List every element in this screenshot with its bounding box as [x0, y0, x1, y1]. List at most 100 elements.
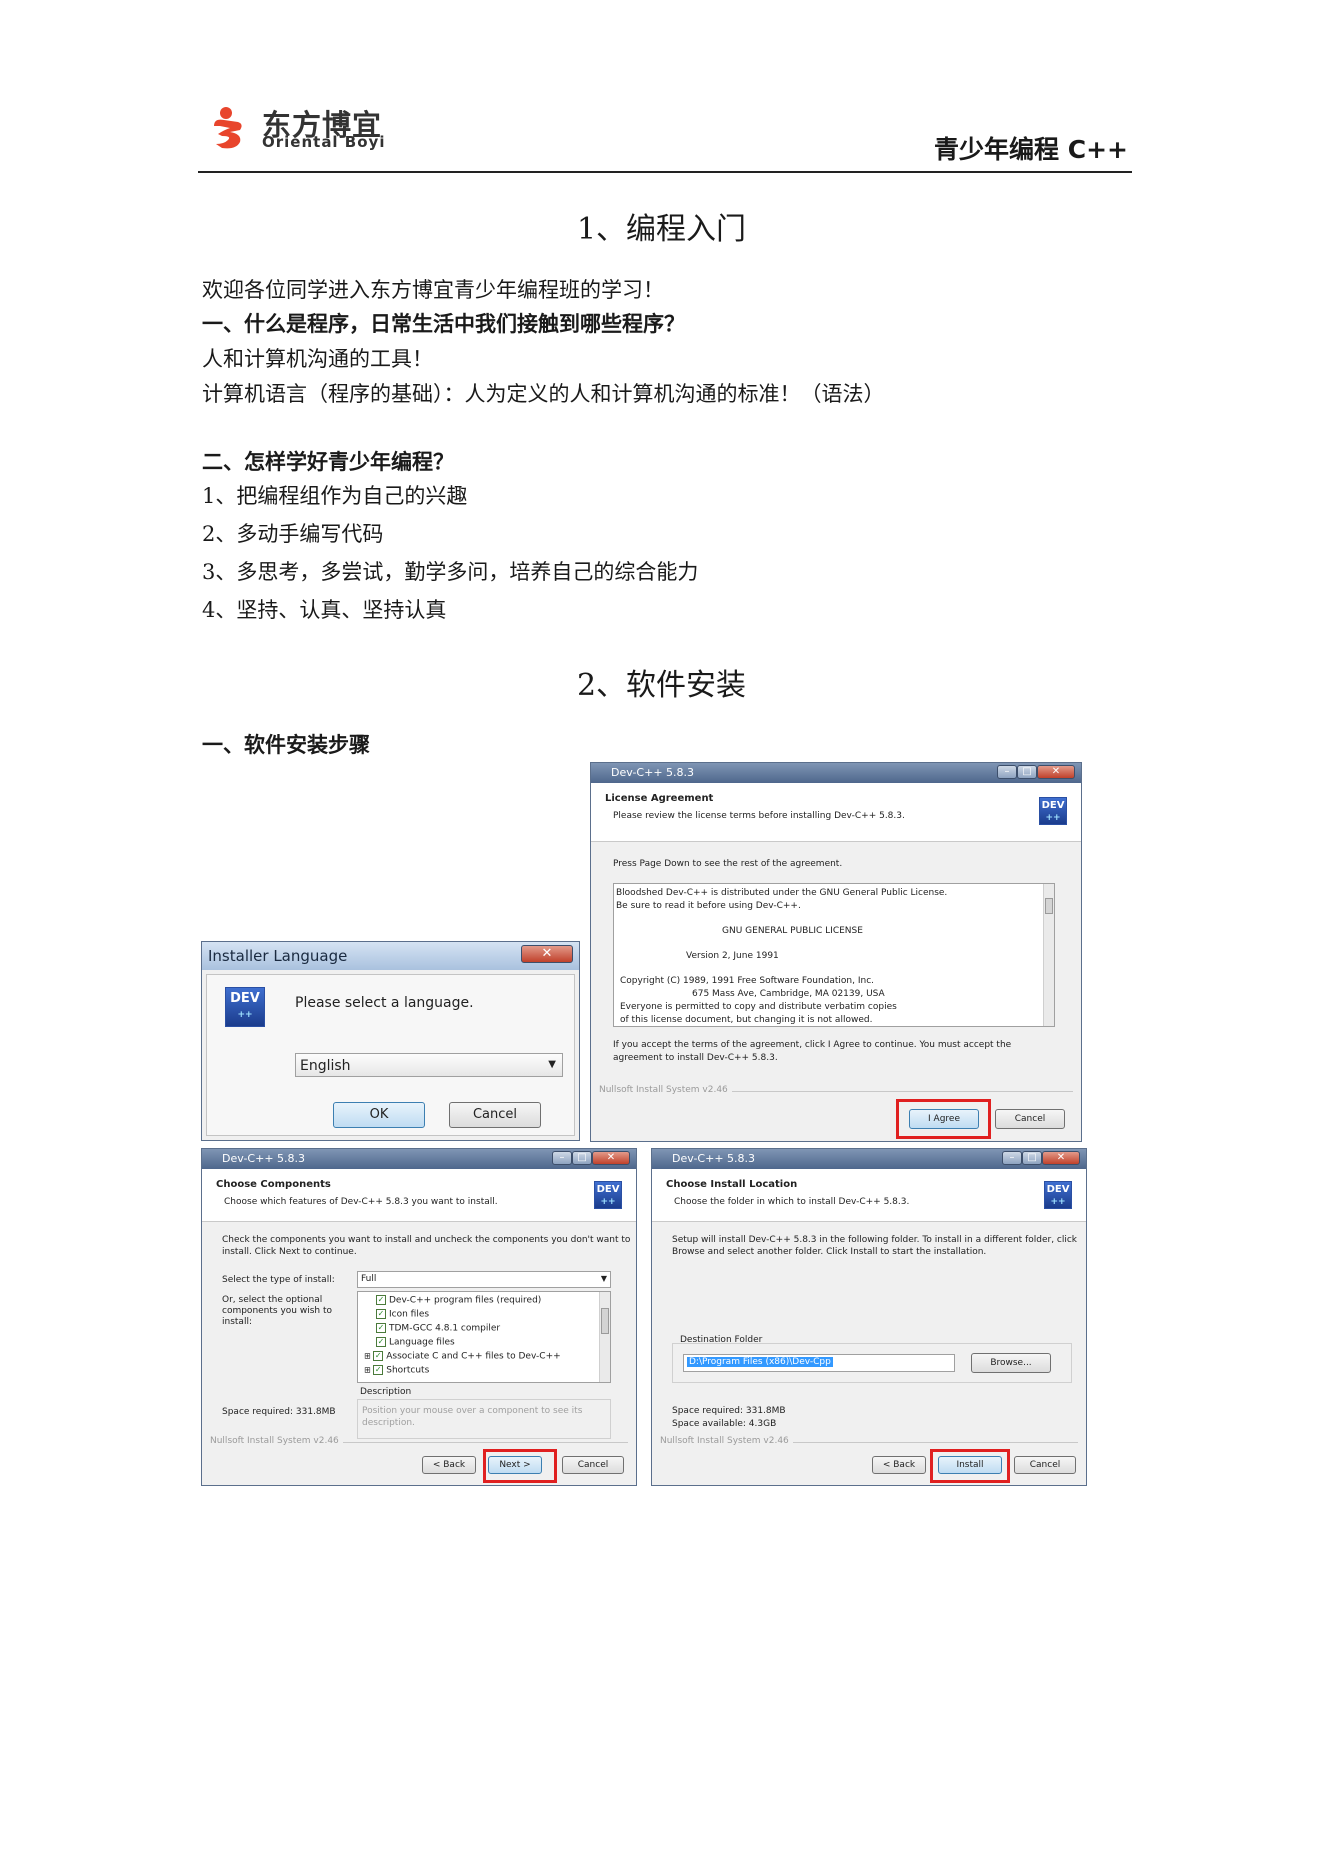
question-1: 一、什么是程序，日常生活中我们接触到哪些程序？ — [202, 312, 685, 336]
license-text-box[interactable]: Bloodshed Dev-C++ is distributed under t… — [613, 883, 1055, 1027]
license-line: GNU GENERAL PUBLIC LICENSE — [722, 926, 863, 936]
cancel-button[interactable]: Cancel — [1014, 1456, 1076, 1474]
next-highlight-box — [483, 1449, 557, 1483]
answer-1-line-2: 计算机语言（程序的基础）：人为定义的人和计算机沟通的标准！（语法） — [202, 382, 885, 406]
language-selected-value: English — [300, 1058, 351, 1074]
agree-highlight-box — [896, 1099, 991, 1139]
brand-name-en: Oriental Boyi — [262, 133, 386, 151]
browse-button[interactable]: Browse... — [971, 1353, 1051, 1373]
license-accept-note: If you accept the terms of the agreement… — [613, 1040, 1012, 1050]
scroll-thumb[interactable] — [601, 1308, 609, 1334]
nsis-footer-label: Nullsoft Install System v2.46 — [210, 1436, 343, 1446]
minimize-icon[interactable]: – — [552, 1151, 572, 1165]
brand-logo-icon — [214, 107, 242, 149]
close-icon[interactable]: ✕ — [521, 945, 573, 963]
close-icon[interactable]: ✕ — [592, 1151, 630, 1165]
optional-label: install: — [222, 1317, 252, 1327]
cancel-button[interactable]: Cancel — [995, 1109, 1065, 1129]
components-tree[interactable]: ✓ Dev-C++ program files (required) ✓ Icon … — [357, 1291, 611, 1383]
language-prompt: Please select a language. — [295, 995, 474, 1011]
ok-button[interactable]: OK — [333, 1102, 425, 1128]
description-box: Position your mouse over a component to … — [357, 1399, 611, 1439]
license-line: of this license document, but changing i… — [620, 1015, 873, 1025]
location-instruction: Setup will install Dev-C++ 5.8.3 in the … — [672, 1235, 1078, 1245]
description-label: Description — [360, 1387, 412, 1397]
tip-item: 3、多思考，多尝试，勤学多问，培养自己的综合能力 — [202, 560, 699, 584]
license-header: License Agreement Please review the lice… — [591, 783, 1081, 842]
scroll-thumb[interactable] — [1045, 898, 1053, 914]
install-type-select[interactable]: Full ▼ — [357, 1271, 611, 1288]
minimize-icon[interactable]: – — [1002, 1151, 1022, 1165]
installer-language-dialog: Installer Language ✕ DEV ++ Please select… — [201, 941, 580, 1141]
destination-path-value: D:\Program Files (x86)\Dev-Cpp — [687, 1357, 833, 1367]
nsis-footer-label: Nullsoft Install System v2.46 — [599, 1085, 732, 1095]
license-accept-note: agreement to install Dev-C++ 5.8.3. — [613, 1053, 778, 1063]
component-item[interactable]: ✓ Language files — [376, 1337, 455, 1348]
license-line: Version 2, June 1991 — [686, 951, 779, 961]
license-instruction: Press Page Down to see the rest of the a… — [613, 859, 843, 869]
components-header: Choose Components Choose which features … — [202, 1169, 636, 1222]
components-header-title: Choose Components — [216, 1179, 331, 1190]
component-item[interactable]: ⊞ ✓ Shortcuts — [364, 1365, 429, 1376]
dev-cpp-logo-icon: DEV ++ — [1044, 1181, 1072, 1209]
destination-path-input[interactable]: D:\Program Files (x86)\Dev-Cpp — [683, 1354, 955, 1372]
answer-1-line-1: 人和计算机沟通的工具！ — [202, 347, 433, 371]
components-scrollbar[interactable] — [599, 1292, 610, 1382]
license-line: Everyone is permitted to copy and distri… — [620, 1002, 897, 1012]
location-header: Choose Install Location Choose the folde… — [652, 1169, 1086, 1222]
close-icon[interactable]: ✕ — [1037, 765, 1075, 779]
install-steps-heading: 一、软件安装步骤 — [202, 733, 370, 757]
component-item[interactable]: ✓ Dev-C++ program files (required) — [376, 1295, 541, 1306]
welcome-text: 欢迎各位同学进入东方博宜青少年编程班的学习！ — [202, 278, 664, 302]
license-header-subtitle: Please review the license terms before i… — [613, 811, 905, 821]
maximize-icon[interactable]: □ — [572, 1151, 592, 1165]
back-button[interactable]: < Back — [872, 1456, 926, 1474]
language-select[interactable]: English ▼ — [295, 1053, 563, 1077]
description-text: Position your mouse over a component to … — [362, 1406, 583, 1416]
course-title: 青少年编程 C++ — [934, 135, 1128, 164]
tip-item: 1、把编程组作为自己的兴趣 — [202, 484, 468, 508]
license-header-title: License Agreement — [605, 793, 714, 804]
space-required: Space required: 331.8MB — [222, 1407, 336, 1417]
license-scrollbar[interactable] — [1043, 884, 1054, 1026]
install-type-label: Select the type of install: — [222, 1275, 335, 1285]
space-available: Space available: 4.3GB — [672, 1419, 777, 1429]
location-header-subtitle: Choose the folder in which to install De… — [674, 1197, 910, 1207]
tip-item: 2、多动手编写代码 — [202, 522, 384, 546]
component-item[interactable]: ⊞ ✓ Associate C and C++ files to Dev-C++ — [364, 1351, 561, 1362]
close-icon[interactable]: ✕ — [1042, 1151, 1080, 1165]
nsis-footer-label: Nullsoft Install System v2.46 — [660, 1436, 793, 1446]
components-instruction: Check the components you want to install… — [222, 1235, 631, 1245]
install-location-dialog: Dev-C++ 5.8.3 – □ ✕ Choose Install Locat… — [651, 1148, 1087, 1486]
space-required: Space required: 331.8MB — [672, 1406, 786, 1416]
license-line: Copyright (C) 1989, 1991 Free Software F… — [620, 976, 875, 986]
question-2: 二、怎样学好青少年编程？ — [202, 450, 454, 474]
dev-cpp-logo-icon: DEV ++ — [594, 1181, 622, 1209]
destination-group: D:\Program Files (x86)\Dev-Cpp Browse... — [672, 1343, 1072, 1383]
location-instruction: Browse and select another folder. Click … — [672, 1247, 987, 1257]
cancel-button[interactable]: Cancel — [562, 1456, 624, 1474]
back-button[interactable]: < Back — [422, 1456, 476, 1474]
tip-item: 4、坚持、认真、坚持认真 — [202, 598, 447, 622]
components-instruction: install. Click Next to continue. — [222, 1247, 357, 1257]
optional-label: components you wish to — [222, 1306, 333, 1316]
license-line: 675 Mass Ave, Cambridge, MA 02139, USA — [692, 989, 885, 999]
choose-components-dialog: Dev-C++ 5.8.3 – □ ✕ Choose Components Ch… — [201, 1148, 637, 1486]
section1-title: 1、编程入门 — [576, 212, 747, 247]
minimize-icon[interactable]: – — [997, 765, 1017, 779]
license-line: Bloodshed Dev-C++ is distributed under t… — [616, 888, 948, 898]
component-item[interactable]: ✓ Icon files — [376, 1309, 429, 1320]
component-item[interactable]: ✓ TDM-GCC 4.8.1 compiler — [376, 1323, 500, 1334]
dialog-body: DEV ++ Please select a language. English … — [206, 974, 575, 1136]
location-header-title: Choose Install Location — [666, 1179, 798, 1190]
install-highlight-box — [930, 1449, 1010, 1483]
description-text: description. — [362, 1418, 415, 1428]
license-agreement-dialog: Dev-C++ 5.8.3 – □ ✕ License Agreement Pl… — [590, 762, 1082, 1142]
dev-cpp-logo-icon: DEV ++ — [225, 987, 265, 1027]
components-header-subtitle: Choose which features of Dev-C++ 5.8.3 y… — [224, 1197, 498, 1207]
chevron-down-icon: ▼ — [548, 1059, 556, 1070]
cancel-button[interactable]: Cancel — [449, 1102, 541, 1128]
section2-title: 2、软件安装 — [576, 668, 747, 703]
maximize-icon[interactable]: □ — [1017, 765, 1037, 779]
maximize-icon[interactable]: □ — [1022, 1151, 1042, 1165]
